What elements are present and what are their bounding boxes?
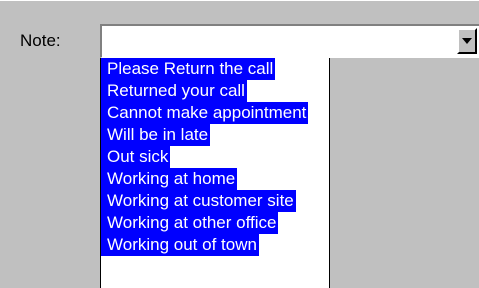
list-item-label: Will be in late — [101, 124, 211, 146]
list-item[interactable]: Out sick — [101, 146, 329, 168]
list-item-label: Out sick — [101, 146, 171, 168]
list-item-label: Working out of town — [101, 234, 259, 256]
list-item[interactable]: Working at home — [101, 168, 329, 190]
list-item[interactable]: Please Return the call — [101, 58, 329, 80]
list-item[interactable]: Will be in late — [101, 124, 329, 146]
list-item-label: Working at customer site — [101, 190, 296, 212]
list-item[interactable]: Cannot make appointment — [101, 102, 329, 124]
list-item-label: Working at home — [101, 168, 238, 190]
note-dropdown-list[interactable]: Please Return the call Returned your cal… — [100, 58, 330, 288]
panel-border — [0, 0, 479, 10]
list-item[interactable]: Working at customer site — [101, 190, 329, 212]
note-label: Note: — [20, 31, 61, 50]
list-item-label: Working at other office — [101, 212, 279, 234]
list-item[interactable]: Working at other office — [101, 212, 329, 234]
list-item-label: Cannot make appointment — [101, 102, 309, 124]
chevron-down-icon — [462, 38, 472, 44]
list-item-label: Returned your call — [101, 80, 247, 102]
note-combobox[interactable] — [100, 24, 479, 58]
dropdown-button[interactable] — [457, 28, 477, 54]
list-item[interactable]: Working out of town — [101, 234, 329, 256]
list-item[interactable]: Returned your call — [101, 80, 329, 102]
list-item-label: Please Return the call — [101, 58, 276, 80]
